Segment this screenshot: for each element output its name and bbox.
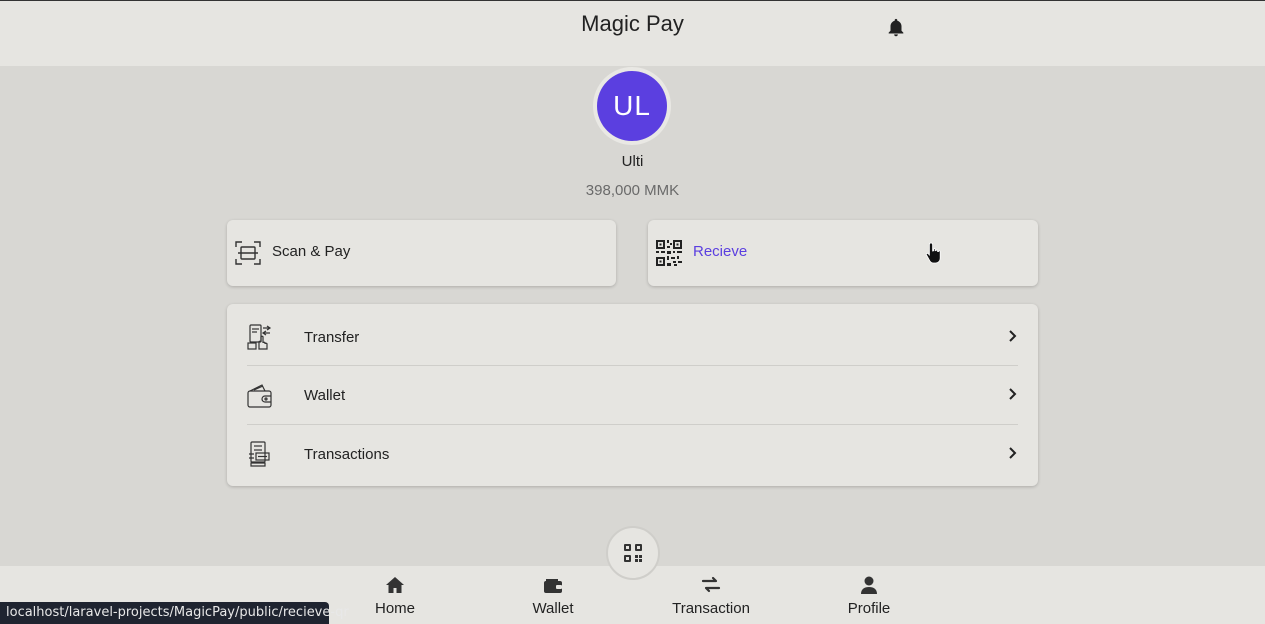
nav-home[interactable]: Home: [335, 576, 455, 617]
qr-fab-button[interactable]: [606, 526, 660, 580]
nav-profile[interactable]: Profile: [809, 576, 929, 617]
scan-pay-button[interactable]: Scan & Pay: [227, 220, 616, 286]
wallet-icon: [247, 384, 272, 408]
wallet-icon: [544, 579, 562, 593]
qr-code-icon: [656, 240, 682, 266]
menu-item-transactions[interactable]: Transactions: [247, 423, 1018, 482]
nav-wallet[interactable]: Wallet: [493, 576, 613, 617]
chevron-right-icon: [1009, 447, 1017, 459]
transfer-icon: [247, 324, 272, 350]
profile-icon: [861, 576, 877, 594]
bell-icon[interactable]: [885, 17, 907, 39]
user-name: Ulti: [621, 153, 644, 170]
qr-code-icon: [624, 544, 642, 562]
home-icon: [386, 577, 404, 593]
menu-item-label: Transfer: [304, 329, 360, 346]
nav-transaction[interactable]: Transaction: [651, 576, 771, 617]
hand-cursor-icon: [925, 242, 941, 264]
menu-item-transfer[interactable]: Transfer: [247, 306, 1018, 365]
nav-label: Profile: [847, 600, 891, 617]
menu-card: Transfer Wallet Transactions: [227, 304, 1038, 486]
receive-label: Recieve: [693, 243, 748, 260]
nav-label: Transaction: [672, 600, 750, 617]
chevron-right-icon: [1009, 388, 1017, 400]
menu-item-label: Transactions: [304, 446, 390, 463]
menu-item-label: Wallet: [304, 387, 346, 404]
nav-label: Home: [374, 600, 415, 617]
nav-label: Wallet: [532, 600, 574, 617]
top-bar: Magic Pay: [0, 0, 1265, 66]
scan-pay-label: Scan & Pay: [272, 243, 351, 260]
chevron-right-icon: [1009, 330, 1017, 342]
transaction-icon: [701, 576, 721, 593]
receive-button[interactable]: Recieve: [648, 220, 1038, 286]
avatar: UL: [597, 71, 667, 141]
transactions-icon: [249, 441, 270, 467]
status-url: localhost/laravel-projects/MagicPay/publ…: [0, 602, 349, 624]
app-title: Magic Pay: [581, 11, 684, 36]
menu-item-wallet[interactable]: Wallet: [247, 364, 1018, 423]
balance-amount: 398,000 MMK: [585, 182, 680, 199]
scan-icon: [235, 241, 261, 265]
